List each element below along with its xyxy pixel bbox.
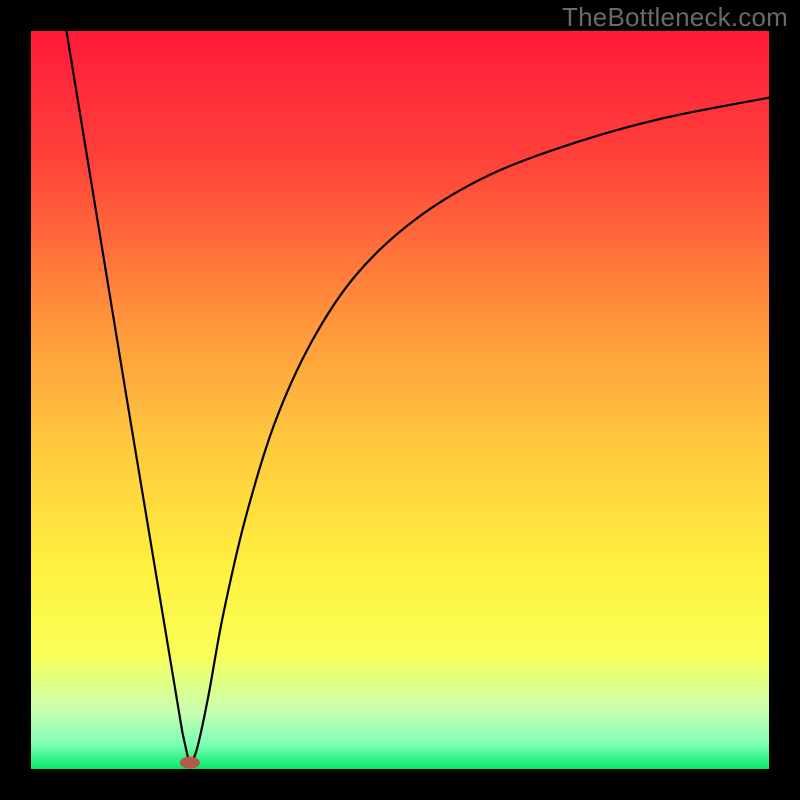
minimum-marker [180, 757, 200, 769]
watermark-text: TheBottleneck.com [562, 2, 788, 33]
chart-stage: TheBottleneck.com [0, 0, 800, 800]
gradient-background [31, 31, 770, 770]
bottleneck-chart [0, 0, 800, 800]
